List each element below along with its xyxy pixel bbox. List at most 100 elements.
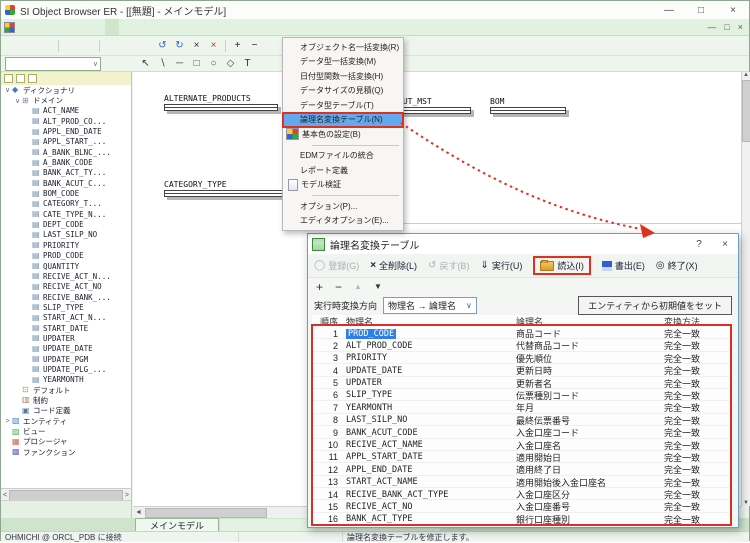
tree-item[interactable]: ▤ RECIVE_ACT_NO [1, 282, 131, 292]
menu-top-item[interactable] [161, 19, 175, 35]
draw-tool-icon[interactable]: ∖ [154, 56, 171, 72]
toolbar-icon[interactable]: ↺ [154, 38, 171, 54]
tree-item[interactable]: ▤ QUANTITY [1, 261, 131, 271]
table-row[interactable]: 4 UPDATE_DATE 更新日時 完全一致 [312, 364, 732, 376]
move-up-button[interactable]: ▲ [354, 282, 362, 291]
menu-item[interactable]: 基本色の設定(B) [283, 127, 403, 142]
entity-alternate-products[interactable]: ALTERNATE_PRODUCTS [164, 94, 278, 111]
draw-tool-icon[interactable]: ○ [205, 56, 222, 72]
table-row[interactable]: 14 RECIVE_BANK_ACT_TYPE 入金口座区分 完全一致 [312, 488, 732, 500]
table-row[interactable]: 13 START_ACT_NAME 適用開始後入金口座名 完全一致 [312, 476, 732, 488]
draw-tool-icon[interactable]: □ [188, 56, 205, 72]
table-row[interactable]: 9 BANK_ACUT_CODE 入金口座コード 完全一致 [312, 426, 732, 438]
tree-item[interactable]: ▤ DEPT_CODE [1, 219, 131, 229]
tree-item[interactable]: ▤ PRIORITY [1, 240, 131, 250]
tree-item[interactable]: ▤ A_BANK_BLNC_... [1, 147, 131, 157]
scrollbar-thumb[interactable] [742, 80, 750, 142]
tree-item[interactable]: ▤ A_BANK_CODE [1, 157, 131, 167]
table-row[interactable]: 8 LAST_SILP_NO 最終伝票番号 完全一致 [312, 414, 732, 426]
tree-item[interactable]: ▤ START_ACT_N... [1, 313, 131, 323]
revert-button[interactable]: ↺ 戻す(B) [428, 259, 469, 272]
tree-expander[interactable]: ∨ [13, 97, 22, 105]
menu-item[interactable]: オブジェクト名一括変換(R) [283, 40, 403, 55]
toolbar-icon[interactable]: × [205, 38, 222, 54]
table-row[interactable]: 11 APPL_START_DATE 適用開始日 完全一致 [312, 451, 732, 463]
tree-item[interactable]: ▨ ビュー [1, 426, 131, 436]
table-row[interactable]: 10 RECIVE_ACT_NAME 入金口座名 完全一致 [312, 439, 732, 451]
menu-top-item[interactable] [63, 19, 77, 35]
toolbar-icon[interactable]: − [246, 38, 263, 54]
menu-item[interactable]: EDMファイルの統合 [283, 149, 403, 164]
move-down-button[interactable]: ▼ [374, 282, 382, 291]
tree-item[interactable]: ∨ ◆ ディクショナリ [1, 85, 131, 95]
toolbar-icon[interactable] [222, 38, 229, 54]
tree-item[interactable]: ▤ PROD_CODE [1, 251, 131, 261]
tree-item[interactable]: ▤ YEARMONTH [1, 375, 131, 385]
tab-main-model[interactable]: メインモデル [135, 518, 219, 531]
tree-item[interactable]: ▤ BANK_ACUT_C... [1, 178, 131, 188]
canvas-vertical-scrollbar[interactable]: ▲ ▼ [741, 72, 750, 506]
toolbar-icon[interactable] [55, 38, 62, 54]
tree-item[interactable]: ▣ コード定義 [1, 406, 131, 416]
menu-top-item[interactable] [21, 19, 35, 35]
table-row[interactable]: 7 YEARMONTH 年月 完全一致 [312, 401, 732, 413]
table-row[interactable]: 17 ACT_NAME 口座名義人 完全一致 [312, 525, 732, 527]
tree-item[interactable]: ▤ UPDATE_DATE [1, 344, 131, 354]
menu-top-item[interactable] [77, 19, 91, 35]
toolbar-icon[interactable] [38, 38, 55, 54]
table-row[interactable]: 15 RECIVE_ACT_NO 入金口座番号 完全一致 [312, 500, 732, 512]
draw-tool-icon[interactable]: T [239, 56, 256, 72]
table-row[interactable]: 12 APPL_END_DATE 適用終了日 完全一致 [312, 463, 732, 475]
shape-style-combobox[interactable]: ∨ [5, 57, 101, 71]
tree-expander[interactable]: ∨ [3, 86, 12, 94]
menu-item[interactable]: データ型一括変換(M) [283, 55, 403, 70]
menu-item[interactable]: オプション(P)... [283, 199, 403, 214]
draw-tool-icon[interactable]: ↖ [137, 56, 154, 72]
table-row[interactable]: 6 SLIP_TYPE 伝票種別コード 完全一致 [312, 389, 732, 401]
scroll-left-icon[interactable]: ◄ [135, 509, 142, 516]
tree-item[interactable]: ∨ ⊞ ドメイン [1, 95, 131, 105]
scrollbar-thumb[interactable] [9, 490, 123, 501]
tree-item[interactable]: ⊡ デフォルト [1, 385, 131, 395]
toolbar-icon[interactable]: + [229, 38, 246, 54]
toolbar-icon[interactable] [21, 38, 38, 54]
help-button[interactable]: ? [686, 234, 712, 254]
menu-top-item[interactable] [35, 19, 49, 35]
tree-item[interactable]: ▤ UPDATER [1, 333, 131, 343]
draw-tool-icon[interactable]: ─ [171, 56, 188, 72]
exit-button[interactable]: ◎ 終了(X) [656, 259, 698, 272]
tree-filter-bar[interactable] [1, 72, 131, 86]
menu-item[interactable]: データサイズの見積(Q) [283, 84, 403, 99]
menu-item[interactable]: データ型テーブル(T) [283, 98, 403, 113]
tree-item[interactable]: ▤ SLIP_TYPE [1, 302, 131, 312]
toolbar-icon[interactable] [120, 38, 137, 54]
tree-item[interactable]: ▦ プロシージャ [1, 437, 131, 447]
tree-expander[interactable]: > [3, 418, 12, 425]
menu-top-item[interactable] [49, 19, 63, 35]
remove-row-button[interactable]: − [335, 280, 342, 294]
menu-item[interactable]: エディタオプション(E)... [283, 214, 403, 229]
mdi-close-button[interactable]: × [738, 22, 743, 32]
toolbar-icon[interactable] [62, 38, 79, 54]
menu-top-item[interactable] [133, 19, 147, 35]
table-row[interactable]: 5 UPDATER 更新者名 完全一致 [312, 377, 732, 389]
direction-combobox[interactable]: 物理名 → 論理名 ∨ [383, 297, 477, 314]
scroll-down-icon[interactable]: ▼ [743, 500, 749, 506]
tree-item[interactable]: ▤ UPDATE_PGM [1, 354, 131, 364]
mdi-restore-button[interactable]: □ [724, 22, 729, 32]
draw-tool-icon[interactable]: ◇ [222, 56, 239, 72]
close-button[interactable]: × [717, 1, 749, 19]
tree-item[interactable]: ▩ ファンクション [1, 447, 131, 457]
tree-item[interactable]: ▤ BOM_CODE [1, 188, 131, 198]
menu-top-item[interactable] [119, 19, 133, 35]
table-row[interactable]: 1 PROD_CODE 商品コード 完全一致 [312, 327, 732, 339]
tree-item[interactable]: ▤ RECIVE_BANK_... [1, 292, 131, 302]
tree-item[interactable]: ▤ BANK_ACT_TY... [1, 168, 131, 178]
menu-item[interactable]: モデル検証 [283, 178, 403, 193]
table-row[interactable]: 2 ALT_PROD_CODE 代替商品コード 完全一致 [312, 339, 732, 351]
toolbar-icon[interactable] [4, 38, 21, 54]
register-button[interactable]: ◯ 登録(G) [314, 259, 359, 272]
scrollbar-thumb[interactable] [145, 508, 267, 518]
maximize-button[interactable]: □ [685, 1, 717, 19]
tree-item[interactable]: ▤ RECIVE_ACT_N... [1, 271, 131, 281]
